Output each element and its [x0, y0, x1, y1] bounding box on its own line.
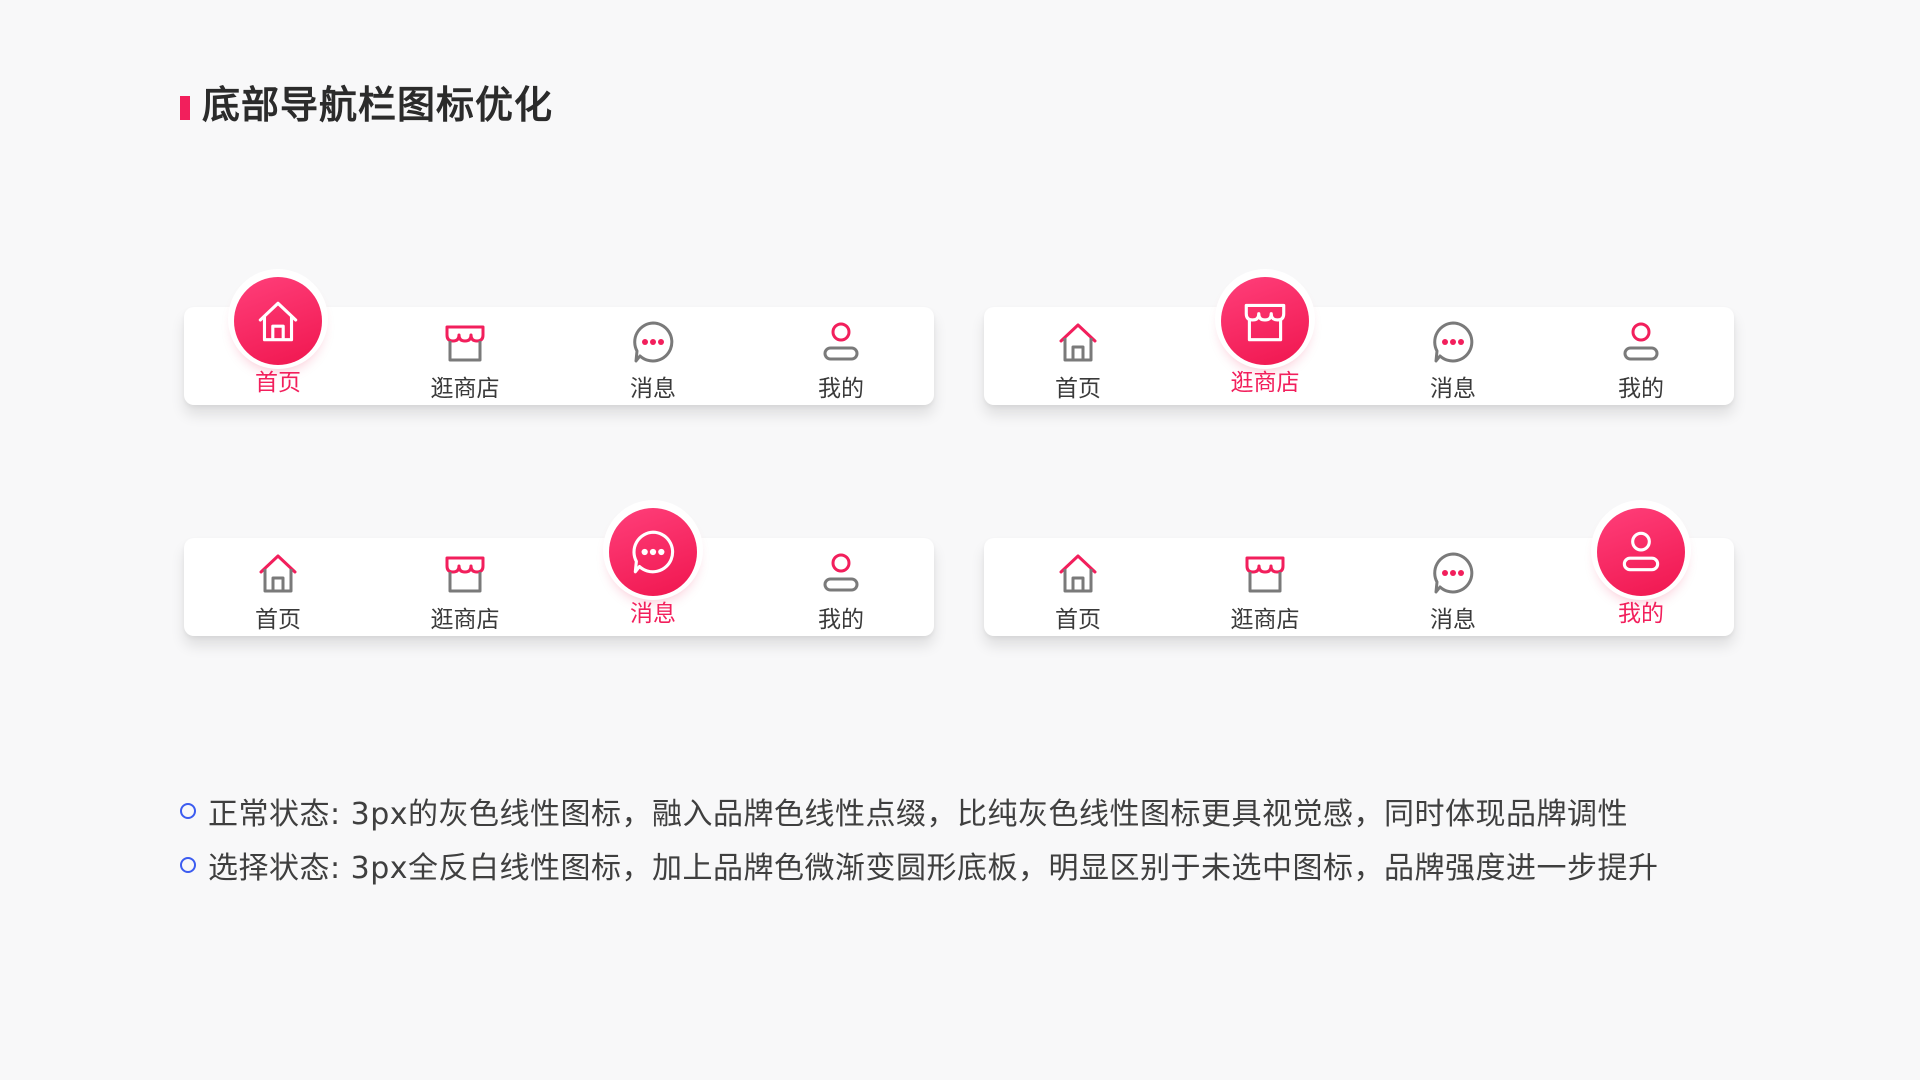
nav-label-store: 逛商店: [1230, 370, 1300, 396]
nav-label-message: 消息: [630, 601, 676, 627]
nav-item-message[interactable]: 消息: [1393, 538, 1513, 636]
nav-item-store[interactable]: 逛商店: [405, 538, 525, 636]
message-icon: [1426, 315, 1480, 369]
nav-label-message: 消息: [1430, 376, 1476, 402]
nav-item-home[interactable]: 首页: [218, 538, 338, 636]
page-title: 底部导航栏图标优化: [180, 74, 553, 129]
home-icon: [1051, 315, 1105, 369]
nav-item-message[interactable]: 消息: [1393, 307, 1513, 405]
nav-label-store: 逛商店: [1230, 607, 1300, 633]
title-accent-bar: [180, 95, 190, 120]
title-text: 底部导航栏图标优化: [202, 83, 554, 127]
message-icon: [1426, 546, 1480, 600]
user-icon: [1614, 315, 1668, 369]
nav-item-me[interactable]: 我的: [781, 307, 901, 405]
nav-label-me: 我的: [818, 607, 864, 633]
nav-label-store: 逛商店: [430, 607, 500, 633]
nav-item-me[interactable]: 我的: [1581, 508, 1701, 636]
nav-label-me: 我的: [1618, 601, 1664, 627]
nav-item-store[interactable]: 逛商店: [1205, 538, 1325, 636]
nav-label-store: 逛商店: [430, 376, 500, 402]
bullet-circle-icon: [180, 803, 196, 819]
nav-item-message[interactable]: 消息: [593, 307, 713, 405]
home-icon: [251, 546, 305, 600]
note-text: 正常状态: 3px的灰色线性图标，融入品牌色线性点缀，比纯灰色线性图标更具视觉感…: [208, 797, 1629, 832]
nav-item-home[interactable]: 首页: [218, 277, 338, 405]
bottom-navbar-store-selected: 首页 逛商店 消息 我的: [984, 277, 1734, 405]
nav-item-store[interactable]: 逛商店: [405, 307, 525, 405]
user-icon: [814, 315, 868, 369]
note-normal-state: 正常状态: 3px的灰色线性图标，融入品牌色线性点缀，比纯灰色线性图标更具视觉感…: [180, 784, 1659, 838]
message-icon: [609, 508, 697, 596]
nav-label-home: 首页: [1055, 376, 1101, 402]
nav-item-me[interactable]: 我的: [781, 538, 901, 636]
nav-label-message: 消息: [630, 376, 676, 402]
notes-list: 正常状态: 3px的灰色线性图标，融入品牌色线性点缀，比纯灰色线性图标更具视觉感…: [180, 784, 1659, 892]
nav-label-home: 首页: [1055, 607, 1101, 633]
home-icon: [234, 277, 322, 365]
nav-item-store[interactable]: 逛商店: [1205, 277, 1325, 405]
user-icon: [1597, 508, 1685, 596]
nav-label-home: 首页: [255, 370, 301, 396]
nav-item-message[interactable]: 消息: [593, 508, 713, 636]
nav-item-home[interactable]: 首页: [1018, 307, 1138, 405]
home-icon: [1051, 546, 1105, 600]
store-icon: [438, 315, 492, 369]
nav-label-home: 首页: [255, 607, 301, 633]
nav-label-message: 消息: [1430, 607, 1476, 633]
message-icon: [626, 315, 680, 369]
user-icon: [814, 546, 868, 600]
note-selected-state: 选择状态: 3px全反白线性图标，加上品牌色微渐变圆形底板，明显区别于未选中图标…: [180, 838, 1659, 892]
note-text: 选择状态: 3px全反白线性图标，加上品牌色微渐变圆形底板，明显区别于未选中图标…: [208, 851, 1659, 886]
store-icon: [1221, 277, 1309, 365]
nav-label-me: 我的: [818, 376, 864, 402]
bottom-navbar-me-selected: 首页 逛商店 消息 我的: [984, 508, 1734, 636]
nav-label-me: 我的: [1618, 376, 1664, 402]
nav-item-me[interactable]: 我的: [1581, 307, 1701, 405]
bottom-navbar-home-selected: 首页 逛商店 消息 我的: [184, 277, 934, 405]
nav-item-home[interactable]: 首页: [1018, 538, 1138, 636]
bullet-circle-icon: [180, 857, 196, 873]
store-icon: [1238, 546, 1292, 600]
store-icon: [438, 546, 492, 600]
bottom-navbar-message-selected: 首页 逛商店 消息 我的: [184, 508, 934, 636]
